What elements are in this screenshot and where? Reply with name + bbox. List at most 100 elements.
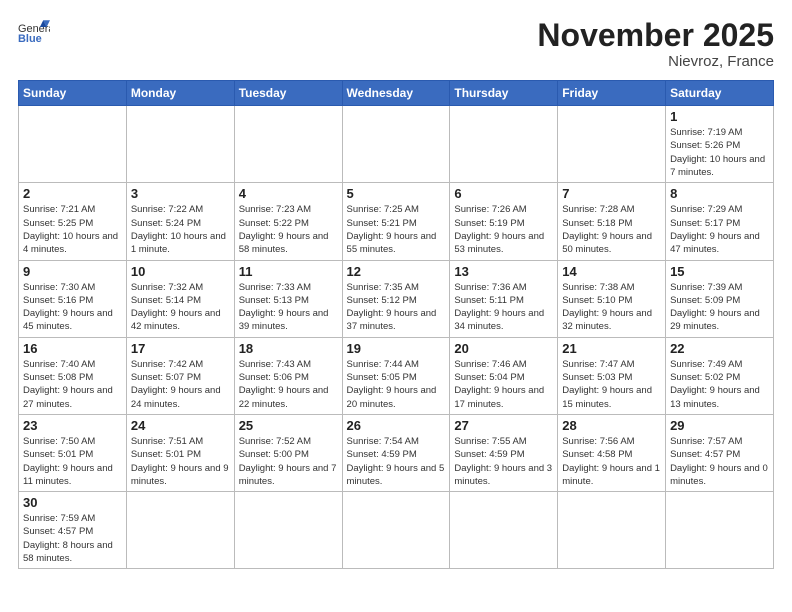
calendar-day-cell: 17 Sunrise: 7:42 AMSunset: 5:07 PMDayligh… [126,337,234,414]
day-number: 6 [454,186,553,201]
day-of-week-header: Thursday [450,81,558,106]
calendar-day-cell: 2Sunrise: 7:21 AMSunset: 5:25 PMDaylight… [19,183,127,260]
calendar-day-cell: 24Sunrise: 7:51 AMSunset: 5:01 PMDayligh… [126,414,234,491]
page: General Blue November 2025 Nievroz, Fran… [0,0,792,612]
title-block: November 2025 Nievroz, France [537,18,774,70]
calendar-week-row: 16Sunrise: 7:40 AMSunset: 5:08 PMDayligh… [19,337,774,414]
location-subtitle: Nievroz, France [537,53,774,70]
calendar-day-cell: 6 Sunrise: 7:26 AMSunset: 5:19 PMDaylight… [450,183,558,260]
calendar-day-cell: 12Sunrise: 7:35 AMSunset: 5:12 PMDayligh… [342,260,450,337]
day-info: Sunrise: 7:42 AMSunset: 5:07 PMDaylight:… [131,358,230,411]
day-info: Sunrise: 7:49 AMSunset: 5:02 PMDaylight:… [670,358,769,411]
calendar-day-cell [19,106,127,183]
day-number: 20 [454,341,553,356]
calendar-day-cell: 27 Sunrise: 7:55 AMSunset: 4:59 PMDayligh… [450,414,558,491]
calendar-day-cell: 22 Sunrise: 7:49 AMSunset: 5:02 PMDayligh… [666,337,774,414]
day-of-week-header: Friday [558,81,666,106]
day-number: 19 [347,341,446,356]
day-number: 8 [670,186,769,201]
day-info: Sunrise: 7:22 AMSunset: 5:24 PMDaylight:… [131,203,230,256]
calendar-day-cell [126,106,234,183]
day-info: Sunrise: 7:33 AMSunset: 5:13 PMDaylight:… [239,281,338,334]
svg-text:Blue: Blue [18,33,42,45]
day-number: 3 [131,186,230,201]
day-info: Sunrise: 7:35 AMSunset: 5:12 PMDaylight:… [347,281,446,334]
day-info: Sunrise: 7:50 AMSunset: 5:01 PMDaylight:… [23,435,122,488]
day-info: Sunrise: 7:29 AMSunset: 5:17 PMDaylight:… [670,203,769,256]
day-number: 16 [23,341,122,356]
day-info: Sunrise: 7:56 AMSunset: 4:58 PMDaylight:… [562,435,661,488]
day-of-week-header: Wednesday [342,81,450,106]
calendar-day-cell: 20 Sunrise: 7:46 AMSunset: 5:04 PMDayligh… [450,337,558,414]
day-of-week-header: Sunday [19,81,127,106]
day-number: 15 [670,264,769,279]
calendar-day-cell [126,492,234,569]
day-number: 5 [347,186,446,201]
calendar-day-cell: 10Sunrise: 7:32 AMSunset: 5:14 PMDayligh… [126,260,234,337]
day-number: 1 [670,109,769,124]
day-info: Sunrise: 7:36 AMSunset: 5:11 PMDaylight:… [454,281,553,334]
day-info: Sunrise: 7:52 AMSunset: 5:00 PMDaylight:… [239,435,338,488]
calendar-day-cell: 15 Sunrise: 7:39 AMSunset: 5:09 PMDayligh… [666,260,774,337]
day-info: Sunrise: 7:21 AMSunset: 5:25 PMDaylight:… [23,203,122,256]
calendar-week-row: 1Sunrise: 7:19 AMSunset: 5:26 PMDaylight… [19,106,774,183]
day-number: 29 [670,418,769,433]
generalblue-logo-icon: General Blue [18,18,50,46]
calendar-day-cell: 14Sunrise: 7:38 AMSunset: 5:10 PMDayligh… [558,260,666,337]
day-of-week-header: Monday [126,81,234,106]
calendar-week-row: 2Sunrise: 7:21 AMSunset: 5:25 PMDaylight… [19,183,774,260]
day-info: Sunrise: 7:57 AMSunset: 4:57 PMDaylight:… [670,435,769,488]
day-info: Sunrise: 7:28 AMSunset: 5:18 PMDaylight:… [562,203,661,256]
calendar-day-cell: 19 Sunrise: 7:44 AMSunset: 5:05 PMDayligh… [342,337,450,414]
day-info: Sunrise: 7:59 AMSunset: 4:57 PMDaylight:… [23,512,122,565]
logo: General Blue [18,18,50,46]
calendar-day-cell: 1Sunrise: 7:19 AMSunset: 5:26 PMDaylight… [666,106,774,183]
calendar-day-cell [558,106,666,183]
day-info: Sunrise: 7:46 AMSunset: 5:04 PMDaylight:… [454,358,553,411]
day-info: Sunrise: 7:39 AMSunset: 5:09 PMDaylight:… [670,281,769,334]
calendar-day-cell [342,106,450,183]
day-number: 27 [454,418,553,433]
day-info: Sunrise: 7:47 AMSunset: 5:03 PMDaylight:… [562,358,661,411]
calendar-day-cell [450,106,558,183]
calendar-day-cell: 23 Sunrise: 7:50 AMSunset: 5:01 PMDayligh… [19,414,127,491]
day-info: Sunrise: 7:30 AMSunset: 5:16 PMDaylight:… [23,281,122,334]
day-number: 22 [670,341,769,356]
calendar-header-row: SundayMondayTuesdayWednesdayThursdayFrid… [19,81,774,106]
day-number: 9 [23,264,122,279]
day-info: Sunrise: 7:38 AMSunset: 5:10 PMDaylight:… [562,281,661,334]
calendar-week-row: 23 Sunrise: 7:50 AMSunset: 5:01 PMDayligh… [19,414,774,491]
calendar-day-cell: 26Sunrise: 7:54 AMSunset: 4:59 PMDayligh… [342,414,450,491]
day-number: 26 [347,418,446,433]
header: General Blue November 2025 Nievroz, Fran… [18,18,774,70]
calendar-day-cell: 29 Sunrise: 7:57 AMSunset: 4:57 PMDayligh… [666,414,774,491]
day-info: Sunrise: 7:43 AMSunset: 5:06 PMDaylight:… [239,358,338,411]
day-info: Sunrise: 7:55 AMSunset: 4:59 PMDaylight:… [454,435,553,488]
calendar-day-cell: 9 Sunrise: 7:30 AMSunset: 5:16 PMDaylight… [19,260,127,337]
day-of-week-header: Tuesday [234,81,342,106]
calendar-day-cell [342,492,450,569]
day-number: 21 [562,341,661,356]
day-number: 25 [239,418,338,433]
calendar-day-cell: 4Sunrise: 7:23 AMSunset: 5:22 PMDaylight… [234,183,342,260]
calendar-day-cell: 13 Sunrise: 7:36 AMSunset: 5:11 PMDayligh… [450,260,558,337]
day-info: Sunrise: 7:32 AMSunset: 5:14 PMDaylight:… [131,281,230,334]
day-info: Sunrise: 7:26 AMSunset: 5:19 PMDaylight:… [454,203,553,256]
calendar-week-row: 30Sunrise: 7:59 AMSunset: 4:57 PMDayligh… [19,492,774,569]
day-number: 11 [239,264,338,279]
calendar-table: SundayMondayTuesdayWednesdayThursdayFrid… [18,80,774,569]
day-number: 23 [23,418,122,433]
day-number: 28 [562,418,661,433]
day-of-week-header: Saturday [666,81,774,106]
day-number: 18 [239,341,338,356]
day-info: Sunrise: 7:23 AMSunset: 5:22 PMDaylight:… [239,203,338,256]
day-info: Sunrise: 7:51 AMSunset: 5:01 PMDaylight:… [131,435,230,488]
day-info: Sunrise: 7:25 AMSunset: 5:21 PMDaylight:… [347,203,446,256]
calendar-day-cell [666,492,774,569]
day-info: Sunrise: 7:44 AMSunset: 5:05 PMDaylight:… [347,358,446,411]
calendar-day-cell: 8 Sunrise: 7:29 AMSunset: 5:17 PMDaylight… [666,183,774,260]
day-number: 17 [131,341,230,356]
day-number: 7 [562,186,661,201]
calendar-day-cell: 11 Sunrise: 7:33 AMSunset: 5:13 PMDayligh… [234,260,342,337]
day-number: 13 [454,264,553,279]
